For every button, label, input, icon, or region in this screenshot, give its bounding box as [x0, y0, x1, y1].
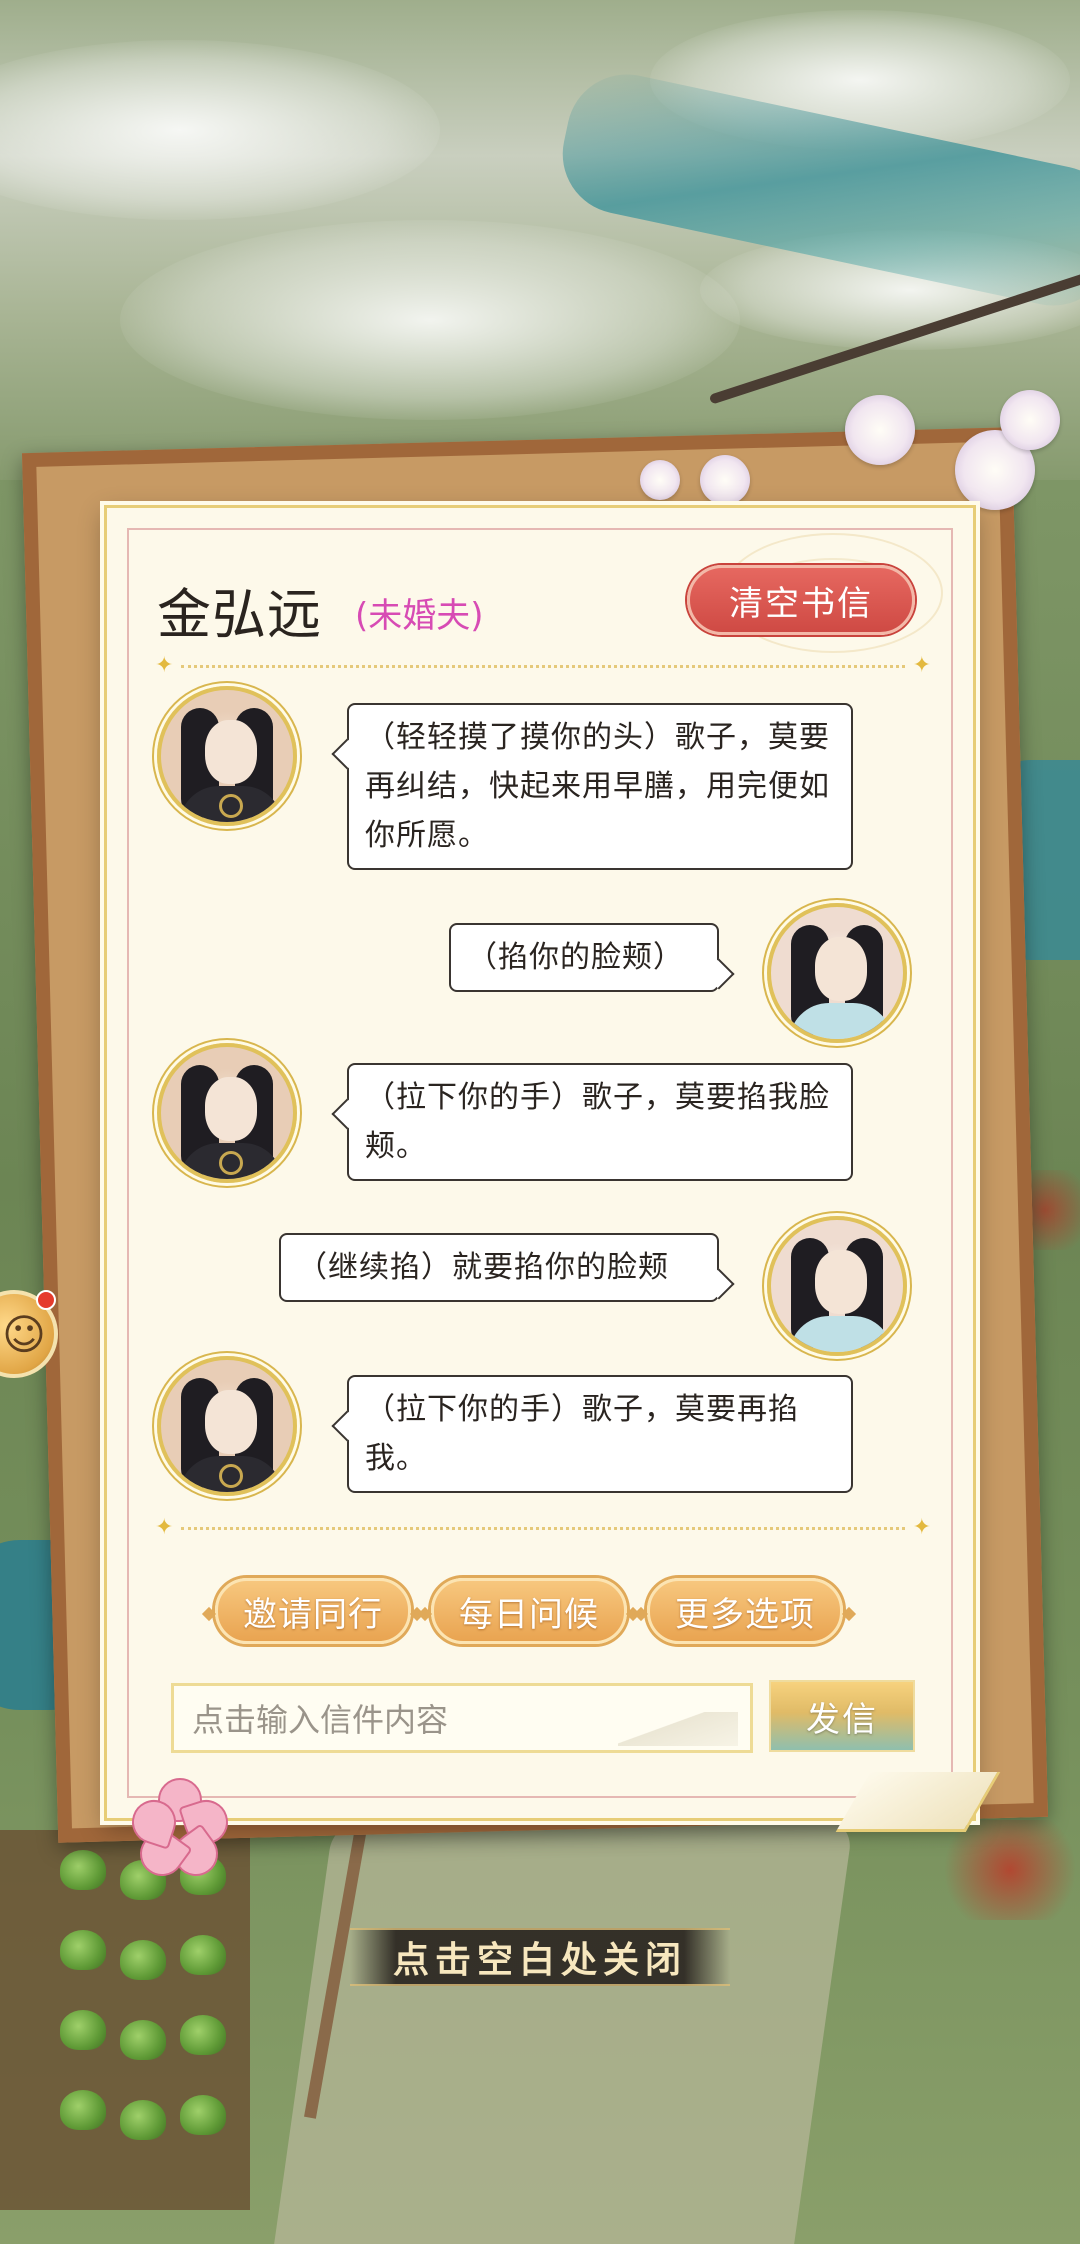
male-avatar[interactable]: [157, 1356, 297, 1496]
letter-panel: 金弘远 (未婚夫) 清空书信 ✦ ✦ （轻轻摸了摸你的头）歌子，莫要再纠结，快起…: [104, 505, 1001, 1832]
avatar-face: [205, 720, 257, 784]
crop: [60, 1930, 106, 1970]
sparkle-icon: ✦: [155, 1515, 174, 1540]
sparkle-icon: ✦: [155, 653, 174, 678]
message-bubble: （轻轻摸了摸你的头）歌子，莫要再纠结，快起来用早膳，用完便如你所愿。: [331, 703, 853, 870]
male-avatar[interactable]: [157, 1043, 297, 1183]
crop: [60, 2090, 106, 2130]
input-placeholder: 点击输入信件内容: [192, 1701, 449, 1739]
dotted-line: [181, 665, 905, 668]
message-bubble: （拉下你的手）歌子，莫要掐我脸颊。: [331, 1063, 853, 1181]
crop: [120, 1940, 166, 1980]
bubble-tail: [331, 1098, 363, 1130]
relation-tag: (未婚夫): [355, 596, 484, 636]
bubble-tail: [703, 958, 735, 990]
plum-blossom: [1000, 390, 1060, 450]
crop: [180, 1935, 226, 1975]
red-flowers: [930, 1820, 1080, 1920]
plum-blossom: [700, 455, 750, 505]
clear-letters-button[interactable]: 清空书信: [687, 565, 915, 635]
avatar-face: [205, 1390, 257, 1454]
sparkle-icon: ✦: [912, 1515, 931, 1540]
sparkle-icon: ✦: [912, 653, 931, 678]
message-text: （拉下你的手）歌子，莫要再掐我。: [365, 1392, 799, 1476]
invite-button[interactable]: 邀请同行: [215, 1578, 411, 1644]
bubble-tail: [703, 1268, 735, 1300]
avatar-face: [815, 1250, 867, 1314]
more-options-button[interactable]: 更多选项: [647, 1578, 843, 1644]
female-avatar[interactable]: [767, 1216, 907, 1356]
message-text: （拉下你的手）歌子，莫要掐我脸颊。: [365, 1080, 830, 1164]
message-text: （掐你的脸颊）: [467, 940, 684, 975]
crop: [180, 2015, 226, 2055]
send-button[interactable]: 发信: [769, 1680, 915, 1752]
message-bubble: （继续掐）就要掐你的脸颊: [279, 1233, 735, 1302]
avatar-face: [205, 1077, 257, 1141]
notification-dot: [36, 1290, 56, 1310]
close-hint: 点击空白处关闭: [350, 1928, 730, 1986]
dotted-line: [181, 1527, 905, 1530]
mountain-watermark: [618, 1712, 738, 1746]
crop: [60, 1850, 106, 1890]
letter-input[interactable]: 点击输入信件内容: [171, 1683, 753, 1753]
bubble-tail: [331, 738, 363, 770]
divider-top: ✦ ✦: [155, 654, 931, 678]
crop: [180, 2095, 226, 2135]
avatar-ornament: [219, 794, 243, 818]
divider-bottom: ✦ ✦: [155, 1516, 931, 1540]
daily-greeting-button[interactable]: 每日问候: [431, 1578, 627, 1644]
plum-blossom: [845, 395, 915, 465]
crop: [60, 2010, 106, 2050]
chat-glyph: ☺: [2, 1309, 46, 1359]
contact-name: 金弘远: [157, 583, 322, 646]
crop: [120, 2100, 166, 2140]
crop: [120, 2020, 166, 2060]
message-text: （轻轻摸了摸你的头）歌子，莫要再纠结，快起来用早膳，用完便如你所愿。: [365, 720, 830, 853]
bubble-tail: [331, 1410, 363, 1442]
male-avatar[interactable]: [157, 686, 297, 826]
message-text: （继续掐）就要掐你的脸颊: [297, 1250, 669, 1285]
plum-blossom-icon: [126, 1778, 234, 1885]
female-avatar[interactable]: [767, 903, 907, 1043]
avatar-ornament: [219, 1151, 243, 1175]
cloud: [120, 220, 740, 420]
message-bubble: （拉下你的手）歌子，莫要再掐我。: [331, 1375, 853, 1493]
avatar-face: [815, 937, 867, 1001]
plum-blossom: [640, 460, 680, 500]
avatar-ornament: [219, 1464, 243, 1488]
message-bubble: （掐你的脸颊）: [449, 923, 735, 992]
